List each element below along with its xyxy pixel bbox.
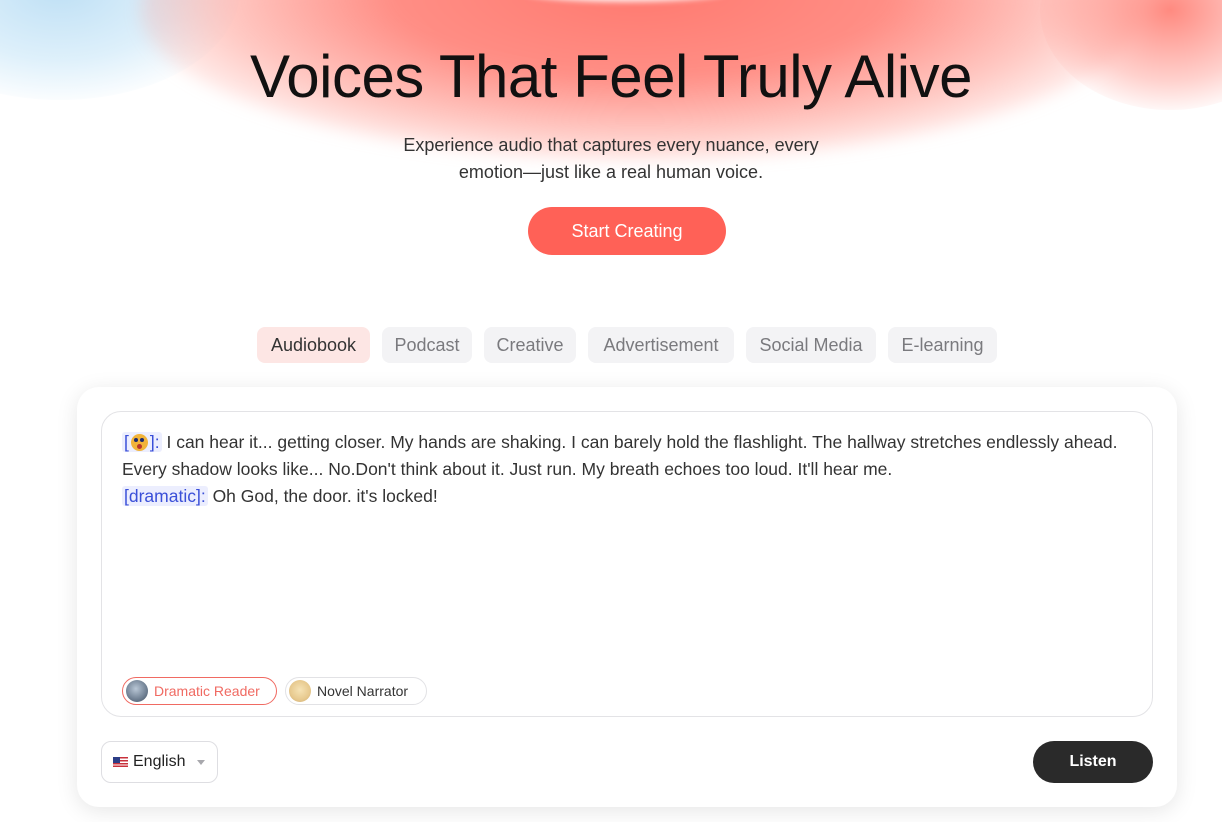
script-paragraph-2: Oh God, the door. it's locked!	[207, 486, 438, 506]
script-editor[interactable]: []: I can hear it... getting closer. My …	[101, 411, 1153, 717]
tab-audiobook[interactable]: Audiobook	[257, 327, 370, 363]
dramatic-tag[interactable]: [dramatic]:	[122, 486, 208, 506]
tab-e-learning[interactable]: E-learning	[888, 327, 997, 363]
language-select[interactable]: English	[101, 741, 218, 783]
tab-creative[interactable]: Creative	[484, 327, 576, 363]
emotion-tag[interactable]: []:	[122, 432, 162, 452]
dramatic-reader-avatar	[126, 680, 148, 702]
hero-title: Voices That Feel Truly Alive	[250, 43, 972, 110]
shocked-face-emoji-icon	[130, 434, 148, 451]
voice-chip-novel-narrator[interactable]: Novel Narrator	[285, 677, 427, 705]
voice-label: Novel Narrator	[317, 683, 409, 699]
script-paragraph-1: I can hear it... getting closer. My hand…	[122, 432, 1118, 479]
tab-social-media[interactable]: Social Media	[746, 327, 876, 363]
chevron-down-icon	[197, 759, 206, 765]
us-flag-icon	[113, 757, 128, 767]
voice-label: Dramatic Reader	[154, 683, 260, 699]
tab-podcast[interactable]: Podcast	[382, 327, 472, 363]
hero-subtitle: Experience audio that captures every nua…	[0, 132, 1222, 186]
start-creating-button[interactable]: Start Creating	[528, 207, 726, 255]
use-case-tabs: Audiobook Podcast Creative Advertisement…	[0, 327, 1222, 363]
script-text[interactable]: []: I can hear it... getting closer. My …	[122, 429, 1132, 510]
hero-subtitle-line-2: emotion—just like a real human voice.	[458, 162, 764, 182]
novel-narrator-avatar	[289, 680, 311, 702]
voice-chip-dramatic-reader[interactable]: Dramatic Reader	[122, 677, 277, 705]
tab-advertisement[interactable]: Advertisement	[588, 327, 734, 363]
tts-demo-card: []: I can hear it... getting closer. My …	[77, 387, 1177, 807]
listen-button[interactable]: Listen	[1033, 741, 1153, 783]
hero-subtitle-line-1: Experience audio that captures every nua…	[403, 135, 819, 155]
language-label: English	[133, 753, 186, 770]
